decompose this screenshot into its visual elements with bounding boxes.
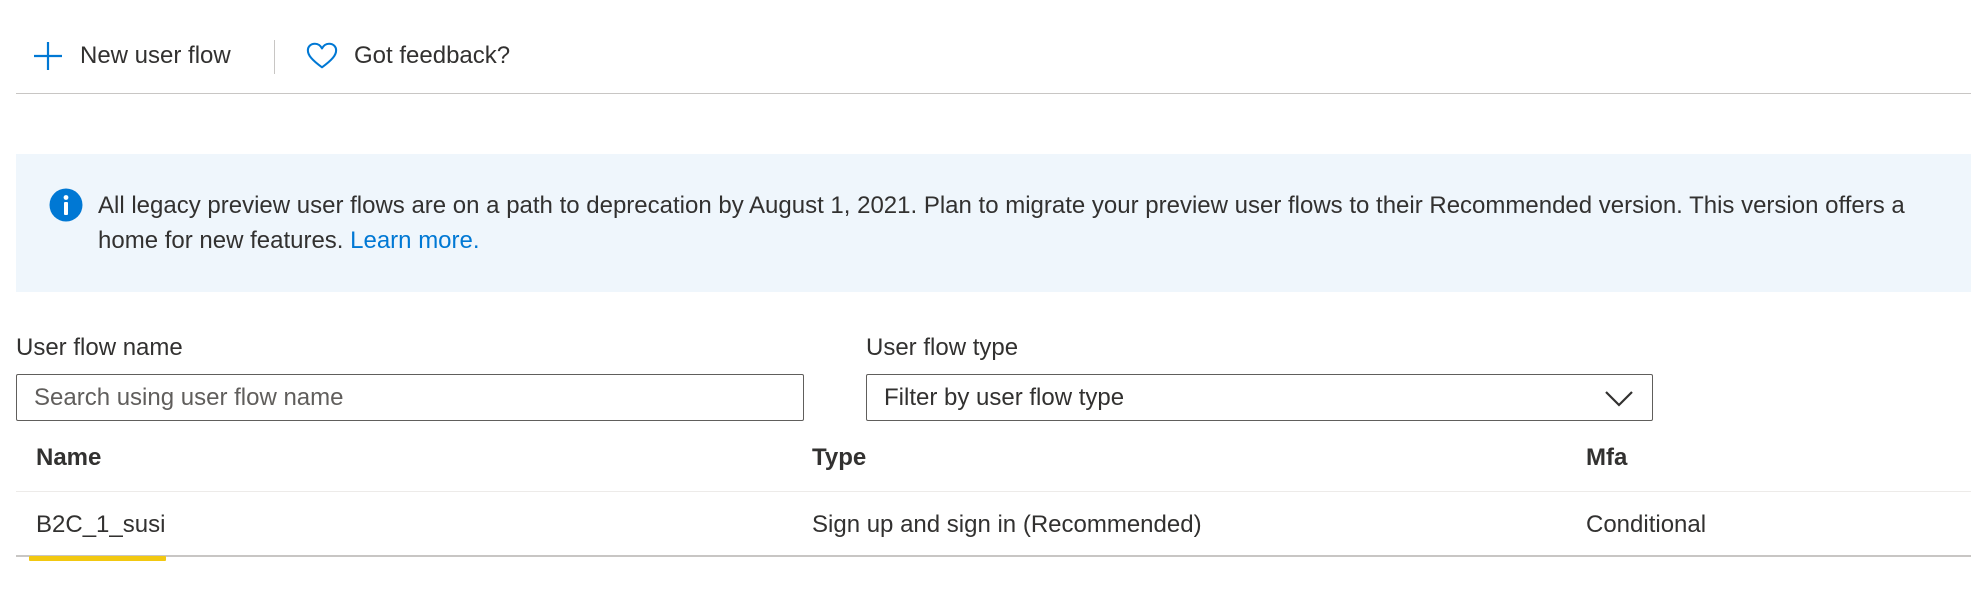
column-header-name[interactable]: Name bbox=[36, 444, 101, 472]
banner-message-line2: home for new features. bbox=[98, 227, 351, 254]
got-feedback-button[interactable]: Got feedback? bbox=[306, 40, 510, 72]
user-flow-name-cell[interactable]: B2C_1_susi bbox=[36, 511, 165, 539]
table-row[interactable]: B2C_1_susi Sign up and sign in (Recommen… bbox=[16, 493, 1971, 561]
info-icon bbox=[49, 188, 83, 222]
user-flow-type-dropdown-value: Filter by user flow type bbox=[884, 384, 1125, 411]
selection-underline bbox=[29, 556, 166, 561]
chevron-down-icon bbox=[1605, 391, 1633, 407]
table-header-row: Name Type Mfa bbox=[16, 432, 1971, 492]
column-header-mfa[interactable]: Mfa bbox=[1586, 444, 1627, 472]
user-flows-page: New user flow Got feedback? All legacy p… bbox=[0, 0, 1971, 613]
user-flow-name-search-input[interactable] bbox=[16, 374, 804, 421]
user-flow-type-label: User flow type bbox=[866, 334, 1019, 361]
plus-icon bbox=[32, 40, 64, 72]
banner-message: All legacy preview user flows are on a p… bbox=[98, 188, 1971, 258]
new-user-flow-label: New user flow bbox=[80, 42, 231, 69]
column-header-type[interactable]: Type bbox=[812, 444, 866, 472]
heart-icon bbox=[306, 40, 338, 72]
command-divider bbox=[274, 40, 275, 74]
got-feedback-label: Got feedback? bbox=[354, 42, 511, 69]
new-user-flow-button[interactable]: New user flow bbox=[32, 40, 231, 72]
learn-more-link[interactable]: Learn more. bbox=[350, 227, 479, 254]
info-banner: All legacy preview user flows are on a p… bbox=[16, 154, 1971, 292]
banner-message-line1: All legacy preview user flows are on a p… bbox=[98, 192, 1905, 219]
user-flow-type-cell: Sign up and sign in (Recommended) bbox=[812, 511, 1202, 538]
user-flow-mfa-cell: Conditional bbox=[1586, 511, 1707, 538]
user-flow-type-dropdown[interactable]: Filter by user flow type bbox=[866, 374, 1653, 421]
command-bar: New user flow Got feedback? bbox=[16, 24, 1971, 94]
user-flow-name-label: User flow name bbox=[16, 334, 183, 361]
